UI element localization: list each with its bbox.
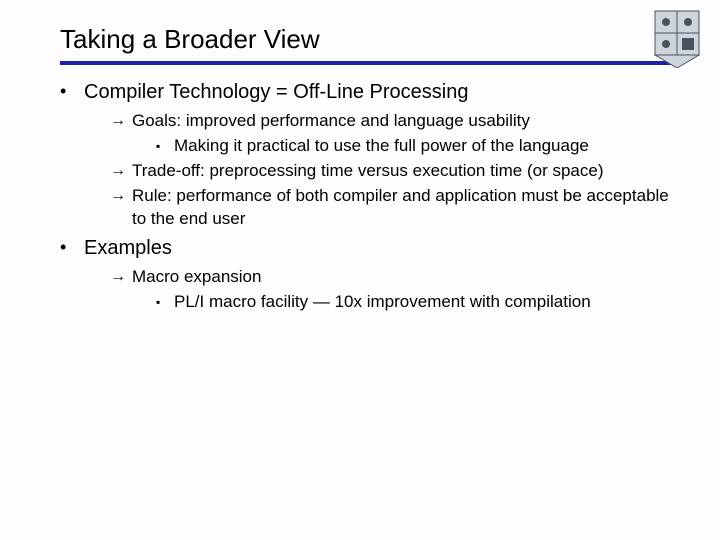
dot-bullet-icon: • bbox=[60, 79, 84, 106]
slide-title: Taking a Broader View bbox=[60, 24, 672, 55]
arrow-bullet-icon: → bbox=[110, 160, 132, 183]
bullet-rule: → Rule: performance of both compiler and… bbox=[110, 185, 672, 231]
slide-content: • Compiler Technology = Off-Line Process… bbox=[60, 79, 672, 314]
bullet-text: Compiler Technology = Off-Line Processin… bbox=[84, 79, 468, 106]
bullet-text: Making it practical to use the full powe… bbox=[174, 135, 589, 158]
bullet-tradeoff: → Trade-off: preprocessing time versus e… bbox=[110, 160, 672, 183]
bullet-goals-sub: ▪ Making it practical to use the full po… bbox=[156, 135, 672, 158]
square-bullet-icon: ▪ bbox=[156, 291, 174, 314]
slide: Taking a Broader View • Compiler Technol… bbox=[0, 0, 720, 540]
bullet-macro: → Macro expansion bbox=[110, 266, 672, 289]
crest-logo bbox=[654, 10, 700, 68]
bullet-text: PL/I macro facility — 10x improvement wi… bbox=[174, 291, 591, 314]
arrow-bullet-icon: → bbox=[110, 185, 132, 231]
title-underline bbox=[60, 61, 672, 65]
bullet-text: Trade-off: preprocessing time versus exe… bbox=[132, 160, 603, 183]
arrow-bullet-icon: → bbox=[110, 266, 132, 289]
arrow-bullet-icon: → bbox=[110, 110, 132, 133]
bullet-macro-sub: ▪ PL/I macro facility — 10x improvement … bbox=[156, 291, 672, 314]
bullet-goals: → Goals: improved performance and langua… bbox=[110, 110, 672, 133]
bullet-compiler-tech: • Compiler Technology = Off-Line Process… bbox=[60, 79, 672, 106]
bullet-text: Goals: improved performance and language… bbox=[132, 110, 530, 133]
bullet-text: Rule: performance of both compiler and a… bbox=[132, 185, 672, 231]
dot-bullet-icon: • bbox=[60, 235, 84, 262]
square-bullet-icon: ▪ bbox=[156, 135, 174, 158]
bullet-text: Examples bbox=[84, 235, 172, 262]
bullet-text: Macro expansion bbox=[132, 266, 261, 289]
bullet-examples: • Examples bbox=[60, 235, 672, 262]
